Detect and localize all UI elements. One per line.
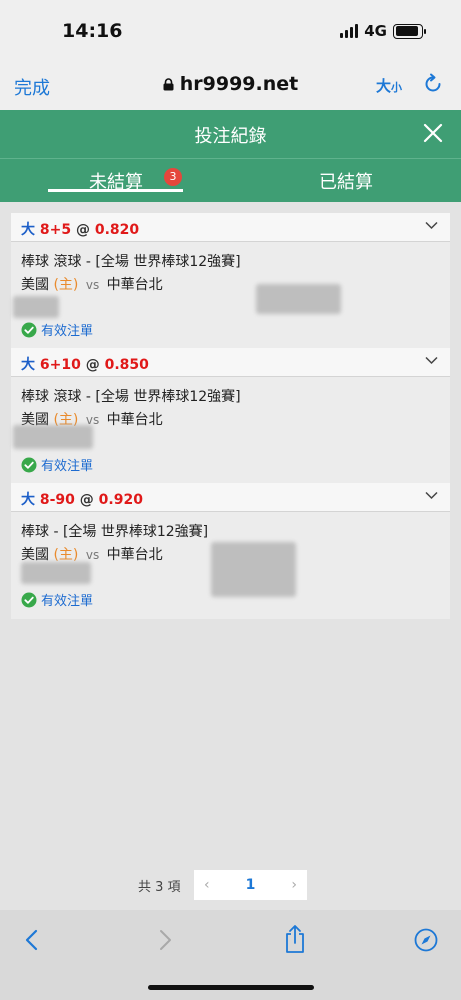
bet-odds: 0.920 (98, 492, 143, 508)
bet-at: @ (85, 357, 100, 373)
home-tag: (主) (53, 547, 79, 563)
redacted-area (211, 542, 296, 597)
check-circle-icon (21, 322, 37, 337)
home-indicator (148, 985, 314, 990)
url-text: hr9999.net (179, 73, 299, 95)
bet-card: 大 6+10 @ 0.850 棒球 滾球 - [全場 世界棒球12強賽] 美國 … (11, 348, 450, 484)
bet-card-body: 棒球 滾球 - [全場 世界棒球12強賽] 美國 (主) vs 中華台北 有效注… (11, 242, 450, 349)
chevron-down-icon[interactable] (425, 491, 438, 500)
bet-at: @ (79, 492, 94, 508)
away-team: 中華台北 (106, 412, 163, 428)
redacted-area (21, 562, 91, 584)
bet-match: 棒球 滾球 - [全場 世界棒球12強賽] (21, 254, 241, 270)
bet-headline: 大 8+5 @ 0.820 (21, 219, 139, 239)
signal-icon (340, 24, 359, 38)
pagination: ‹ 1 › (194, 870, 307, 900)
bet-status-text: 有效注單 (41, 459, 94, 474)
compass-icon[interactable] (414, 928, 438, 952)
pagination-total: 共 3 項 (138, 880, 181, 895)
bet-card-header[interactable]: 大 6+10 @ 0.850 (11, 348, 450, 377)
redacted-area (13, 425, 93, 449)
text-size-large: 大 (376, 77, 392, 95)
home-team: 美國 (21, 277, 49, 293)
bet-status: 有效注單 (21, 455, 93, 474)
bet-teams: 美國 (主) vs 中華台北 (21, 544, 163, 564)
active-tab-indicator (48, 189, 183, 192)
bet-line: 8+5 (39, 222, 72, 238)
tab-bar: 未結算 已結算 (0, 158, 461, 202)
away-team: 中華台北 (106, 277, 163, 293)
bet-match: 棒球 - [全場 世界棒球12強賽] (21, 524, 209, 540)
bet-headline: 大 8-90 @ 0.920 (21, 489, 143, 509)
battery-icon (393, 23, 426, 39)
bet-line: 8-90 (39, 492, 75, 508)
lock-icon (163, 78, 174, 91)
vs-label: vs (85, 278, 100, 292)
away-team: 中華台北 (106, 547, 163, 563)
share-icon[interactable] (283, 924, 307, 954)
text-size-small: 小 (391, 81, 403, 94)
redacted-area (13, 296, 59, 318)
vs-label: vs (85, 548, 100, 562)
network-label: 4G (364, 22, 387, 40)
bet-match: 棒球 滾球 - [全場 世界棒球12強賽] (21, 389, 241, 405)
close-icon[interactable] (421, 121, 445, 145)
bet-odds: 0.850 (104, 357, 149, 373)
current-page[interactable]: 1 (246, 877, 256, 893)
home-tag: (主) (53, 277, 79, 293)
status-bar: 14:16 4G (0, 0, 461, 60)
bet-at: @ (75, 222, 90, 238)
bet-status-text: 有效注單 (41, 594, 94, 609)
next-page-button[interactable]: › (291, 877, 297, 893)
bet-status: 有效注單 (21, 320, 93, 339)
bet-status: 有效注單 (21, 590, 93, 609)
prev-page-button[interactable]: ‹ (204, 877, 210, 893)
status-time: 14:16 (62, 20, 123, 42)
bet-status-text: 有效注單 (41, 324, 94, 339)
reload-icon[interactable] (422, 73, 444, 95)
bet-type: 大 (21, 222, 35, 238)
bet-card-header[interactable]: 大 8+5 @ 0.820 (11, 213, 450, 242)
bet-card-body: 棒球 - [全場 世界棒球12強賽] 美國 (主) vs 中華台北 有效注單 (11, 512, 450, 619)
modal-header: 投注紀錄 (0, 110, 461, 158)
tab-settled[interactable]: 已結算 (319, 168, 373, 194)
redacted-area (256, 284, 341, 314)
bet-teams: 美國 (主) vs 中華台北 (21, 274, 163, 294)
check-circle-icon (21, 592, 37, 607)
battery-level (395, 26, 418, 36)
bet-card: 大 8-90 @ 0.920 棒球 - [全場 世界棒球12強賽] 美國 (主)… (11, 483, 450, 619)
modal-title: 投注紀錄 (194, 126, 267, 147)
bet-card-body: 棒球 滾球 - [全場 世界棒球12強賽] 美國 (主) vs 中華台北 有效注… (11, 377, 450, 484)
bet-card: 大 8+5 @ 0.820 棒球 滾球 - [全場 世界棒球12強賽] 美國 (… (11, 213, 450, 349)
text-size-button[interactable]: 大小 (376, 75, 402, 96)
chevron-down-icon[interactable] (425, 221, 438, 230)
unsettled-count-badge: 3 (164, 168, 182, 186)
chevron-down-icon[interactable] (425, 356, 438, 365)
status-indicators: 4G (340, 22, 426, 40)
bet-headline: 大 6+10 @ 0.850 (21, 354, 149, 374)
bet-line: 6+10 (39, 357, 81, 373)
browser-bar: 完成 hr9999.net 大小 (0, 60, 461, 110)
bet-type: 大 (21, 357, 35, 373)
bet-type: 大 (21, 492, 35, 508)
bet-card-header[interactable]: 大 8-90 @ 0.920 (11, 483, 450, 512)
check-circle-icon (21, 457, 37, 472)
bet-odds: 0.820 (94, 222, 140, 238)
home-team: 美國 (21, 547, 49, 563)
forward-icon[interactable] (153, 928, 177, 952)
back-icon[interactable] (20, 928, 44, 952)
